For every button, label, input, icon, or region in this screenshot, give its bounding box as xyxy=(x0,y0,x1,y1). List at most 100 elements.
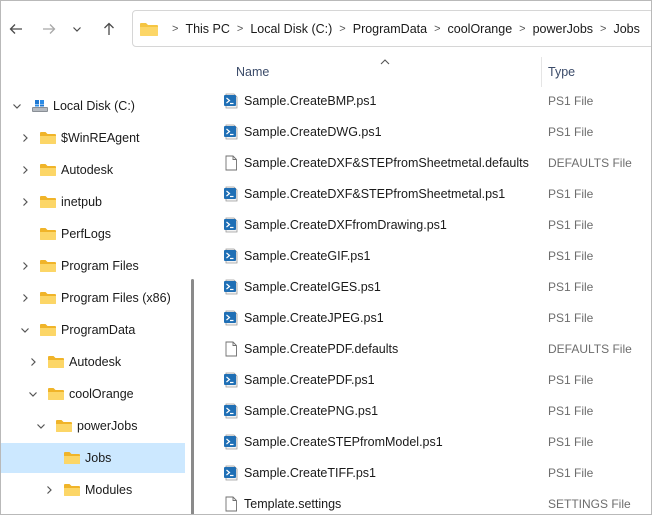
breadcrumb-jobs[interactable]: Jobs xyxy=(613,22,639,36)
tree-item-local-disk-c[interactable]: Local Disk (C:) xyxy=(1,91,185,121)
breadcrumb-label: Local Disk (C:) xyxy=(250,21,333,36)
tree-item-label: ProgramData xyxy=(61,323,136,337)
chevron-down-icon[interactable] xyxy=(27,388,39,400)
toolbar: > This PC > Local Disk (C:) > ProgramData >… xyxy=(1,1,651,57)
file-row[interactable]: Sample.CreateJPEG.ps1 PS1 File xyxy=(201,303,651,334)
column-header-label: Name xyxy=(236,65,270,79)
column-header-name[interactable]: Name xyxy=(236,57,536,87)
tree-item-autodesk[interactable]: Autodesk xyxy=(1,347,185,377)
tree-item-winreagent[interactable]: $WinREAgent xyxy=(1,123,185,153)
breadcrumb-separator[interactable]: > xyxy=(165,23,185,35)
back-button[interactable] xyxy=(4,15,28,43)
tree-item-jobs[interactable]: Jobs xyxy=(1,443,185,473)
folder-icon xyxy=(39,163,57,177)
file-row[interactable]: Sample.CreatePDF.ps1 PS1 File xyxy=(201,365,651,396)
powershell-script-icon xyxy=(223,248,239,264)
file-type: PS1 File xyxy=(548,373,594,387)
recent-locations-button[interactable] xyxy=(65,15,89,43)
tree-item-label: PerfLogs xyxy=(61,227,112,241)
chevron-down-icon[interactable] xyxy=(19,324,31,336)
tree-item-label: Jobs xyxy=(85,451,112,465)
address-bar[interactable]: > This PC > Local Disk (C:) > ProgramData >… xyxy=(132,10,651,47)
breadcrumb-label: powerJobs xyxy=(532,21,594,36)
powershell-script-icon xyxy=(223,124,239,140)
file-name: Sample.CreateGIF.ps1 xyxy=(244,249,371,263)
file-name: Sample.CreateSTEPfromModel.ps1 xyxy=(244,435,443,449)
file-type: PS1 File xyxy=(548,311,594,325)
chevron-right-icon[interactable] xyxy=(19,260,31,272)
tree-item-program-files[interactable]: Program Files xyxy=(1,251,185,281)
tree-item-program-files-x86[interactable]: Program Files (x86) xyxy=(1,283,185,313)
chevron-right-icon[interactable] xyxy=(27,356,39,368)
tree-item-perflogs[interactable]: PerfLogs xyxy=(1,219,185,249)
file-row[interactable]: Sample.CreateDXFfromDrawing.ps1 PS1 File xyxy=(201,210,651,241)
file-name: Sample.CreateDXF&STEPfromSheetmetal.ps1 xyxy=(244,187,506,201)
file-type: PS1 File xyxy=(548,249,594,263)
file-name: Sample.CreateDXF&STEPfromSheetmetal.defa… xyxy=(244,156,529,170)
file-row[interactable]: Sample.CreateBMP.ps1 PS1 File xyxy=(201,86,651,117)
arrow-up-icon xyxy=(104,22,114,35)
breadcrumb-powerjobs[interactable]: powerJobs > xyxy=(533,22,614,36)
tree-item-powerjobs[interactable]: powerJobs xyxy=(1,411,185,441)
file-name: Sample.CreateTIFF.ps1 xyxy=(244,466,376,480)
breadcrumb-coolorange[interactable]: coolOrange > xyxy=(448,22,533,36)
file-row[interactable]: Sample.CreateDXF&STEPfromSheetmetal.ps1 P… xyxy=(201,179,651,210)
forward-button[interactable] xyxy=(37,15,61,43)
tree-item-label: coolOrange xyxy=(69,387,134,401)
chevron-right-icon[interactable] xyxy=(19,132,31,144)
column-divider[interactable] xyxy=(541,57,542,87)
tree-item-modules[interactable]: Modules xyxy=(1,475,185,505)
chevron-down-icon[interactable] xyxy=(35,420,47,432)
tree-item-inetpub[interactable]: inetpub xyxy=(1,187,185,217)
powershell-script-icon xyxy=(223,186,239,202)
powershell-script-icon xyxy=(223,279,239,295)
breadcrumb-label: ProgramData xyxy=(352,21,428,36)
folder-icon xyxy=(39,323,57,337)
breadcrumb-local-disk[interactable]: Local Disk (C:) > xyxy=(250,22,352,36)
file-name: Sample.CreateJPEG.ps1 xyxy=(244,311,384,325)
tree-item-label: $WinREAgent xyxy=(61,131,140,145)
file-type: PS1 File xyxy=(548,187,594,201)
file-row[interactable]: Sample.CreatePDF.defaults DEFAULTS File xyxy=(201,334,651,365)
file-type: PS1 File xyxy=(548,125,594,139)
file-row[interactable]: Sample.CreateDXF&STEPfromSheetmetal.defa… xyxy=(201,148,651,179)
chevron-right-icon[interactable] xyxy=(19,196,31,208)
chevron-right-icon[interactable] xyxy=(19,292,31,304)
file-row[interactable]: Sample.CreatePNG.ps1 PS1 File xyxy=(201,396,651,427)
tree-item-label: Program Files (x86) xyxy=(61,291,171,305)
file-explorer-window: > This PC > Local Disk (C:) > ProgramData >… xyxy=(0,0,652,515)
chevron-right-icon[interactable] xyxy=(43,484,55,496)
folder-icon xyxy=(63,451,81,465)
file-type: PS1 File xyxy=(548,280,594,294)
file-row[interactable]: Template.settings SETTINGS File xyxy=(201,489,651,514)
file-list: Name Type Sample.CreateBMP.ps1 PS1 File Sa… xyxy=(201,57,651,514)
chevron-right-icon[interactable] xyxy=(19,164,31,176)
file-name: Sample.CreateDWG.ps1 xyxy=(244,125,382,139)
folder-icon xyxy=(47,355,65,369)
breadcrumb-label: Jobs xyxy=(613,21,640,36)
file-name: Sample.CreateDXFfromDrawing.ps1 xyxy=(244,218,447,232)
file-row[interactable]: Sample.CreateTIFF.ps1 PS1 File xyxy=(201,458,651,489)
file-row[interactable]: Sample.CreateIGES.ps1 PS1 File xyxy=(201,272,651,303)
column-header-type[interactable]: Type xyxy=(548,57,648,87)
breadcrumb-programdata[interactable]: ProgramData > xyxy=(353,22,448,36)
chevron-down-icon[interactable] xyxy=(11,100,23,112)
file-name: Template.settings xyxy=(244,497,342,511)
file-name: Sample.CreateBMP.ps1 xyxy=(244,94,377,108)
arrow-left-icon xyxy=(9,24,22,34)
folder-icon xyxy=(39,131,57,145)
tree-item-label: powerJobs xyxy=(77,419,138,433)
breadcrumb-this-pc[interactable]: This PC > xyxy=(185,22,250,36)
file-type: PS1 File xyxy=(548,218,594,232)
navigation-scrollbar[interactable] xyxy=(191,279,194,514)
file-row[interactable]: Sample.CreateSTEPfromModel.ps1 PS1 File xyxy=(201,427,651,458)
tree-item-autodesk[interactable]: Autodesk xyxy=(1,155,185,185)
tree-item-programdata[interactable]: ProgramData xyxy=(1,315,185,345)
file-row[interactable]: Sample.CreateGIF.ps1 PS1 File xyxy=(201,241,651,272)
folder-icon xyxy=(140,22,158,36)
file-row[interactable]: Sample.CreateDWG.ps1 PS1 File xyxy=(201,117,651,148)
powershell-script-icon xyxy=(223,217,239,233)
tree-item-coolorange[interactable]: coolOrange xyxy=(1,379,185,409)
up-button[interactable] xyxy=(97,15,121,43)
tree-item-label: Autodesk xyxy=(61,163,114,177)
